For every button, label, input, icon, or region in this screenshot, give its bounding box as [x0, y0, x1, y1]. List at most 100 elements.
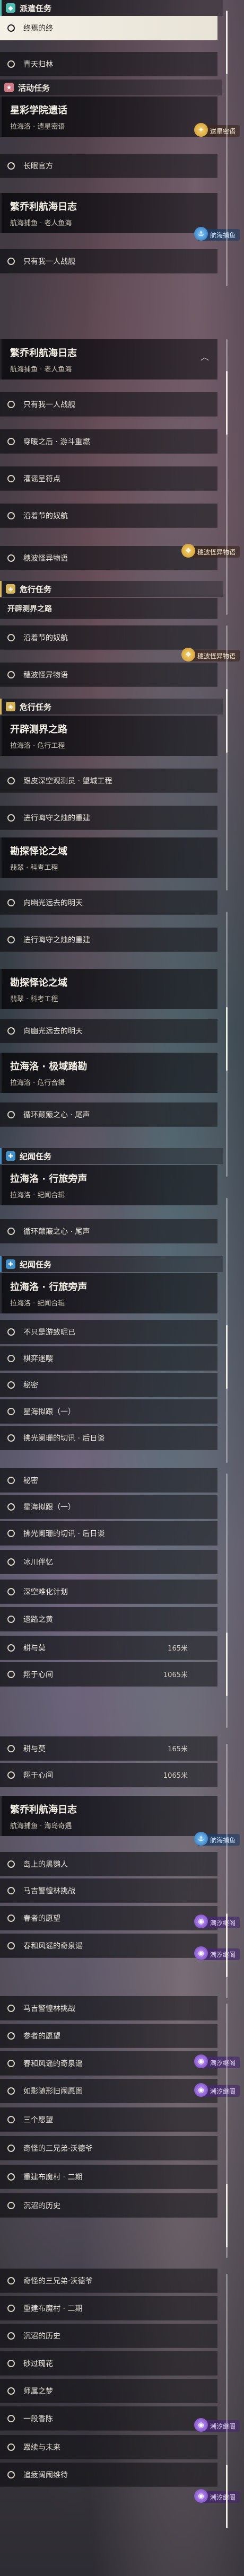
- quest-row[interactable]: 进行晦守之烛的重建: [0, 928, 217, 952]
- quest-row[interactable]: 春和风谣的奇泉谣: [0, 2051, 217, 2076]
- quest-row[interactable]: 长眠官方: [0, 154, 217, 178]
- quest-row[interactable]: 岛上的黑鹦人: [0, 1852, 217, 1876]
- quest-row[interactable]: 重建布魔村 · 二期: [0, 2296, 217, 2321]
- quest-row[interactable]: 星海拟跟（一）: [0, 1495, 217, 1519]
- quest-row[interactable]: 翔于心间 1065米: [0, 1662, 217, 1687]
- scrollbar-thumb[interactable]: [226, 2465, 228, 2528]
- quest-group-header[interactable]: 星彩学院遗话 拉海洛 · 遗星密语: [0, 96, 217, 137]
- quest-group-header[interactable]: 勘探怿论之域 翡翠 · 科考工程: [0, 837, 217, 878]
- quest-row[interactable]: 冰川伴忆: [0, 1550, 217, 1574]
- quest-row[interactable]: 耕与莫 165米: [0, 1736, 217, 1761]
- quest-group-header[interactable]: 拉海洛 · 极域踏勘 拉海洛 · 危行合辑: [0, 1053, 217, 1093]
- quest-row[interactable]: 沉沼的历史: [0, 2193, 217, 2218]
- quest-group-partial[interactable]: 开辟测界之路: [0, 598, 217, 619]
- quest-row[interactable]: 跟皮深空观测员 · 望城工程: [0, 769, 217, 793]
- category-header-daily[interactable]: ◆ 派遣任务: [0, 0, 223, 16]
- quest-group-header[interactable]: 拉海洛 · 行旅旁声 拉海洛 · 纪闻合辑: [0, 1165, 217, 1205]
- quest-group-header[interactable]: 开辟测界之路 拉海洛 · 危行工程: [0, 716, 217, 756]
- radio-icon: [7, 1503, 15, 1511]
- scrollbar-thumb[interactable]: [226, 1007, 228, 1071]
- radio-icon: [7, 1110, 15, 1118]
- quest-row[interactable]: 马吉警惶林挑战: [0, 1996, 217, 2021]
- quest-row[interactable]: 春者的愿望: [0, 1906, 217, 1930]
- scrollbar[interactable]: [226, 912, 228, 1177]
- category-header-event[interactable]: ★ 活动任务: [0, 80, 222, 95]
- quest-row[interactable]: 青天归林: [0, 52, 217, 76]
- quest-group-header[interactable]: 繁乔利航海日志 航海捕鱼 · 老人鱼海: [0, 193, 217, 233]
- scrollbar-thumb[interactable]: [226, 2184, 228, 2247]
- quest-row[interactable]: 穿暖之后 · 游斗重燃: [0, 429, 217, 454]
- scrollbar[interactable]: [226, 2004, 228, 2258]
- quest-row[interactable]: 奇怪的三兄弟·沃德爷: [0, 2136, 217, 2160]
- quest-group-header[interactable]: 勘探怿论之域 翡翠 · 科考工程: [0, 969, 217, 1009]
- quest-row[interactable]: 一段香陈: [0, 2406, 217, 2431]
- quest-row[interactable]: 循环颠簸之心 · 尾声: [0, 1219, 217, 1243]
- quest-row[interactable]: 重建布魔村 · 二期: [0, 2165, 217, 2189]
- quest-row[interactable]: 秘密: [0, 1468, 217, 1493]
- quest-row[interactable]: 沿着节的奴航: [0, 504, 217, 528]
- quest-group-header[interactable]: 繁乔利航海日志 航海捕鱼 · 海岛奇遇: [0, 1796, 217, 1836]
- scrollbar-thumb[interactable]: [226, 1325, 228, 1389]
- quest-row[interactable]: 翔于心间 1065米: [0, 1763, 217, 1787]
- chevron-up-icon[interactable]: ︿: [201, 350, 209, 363]
- quest-row[interactable]: 沉沼的历史: [0, 2324, 217, 2348]
- category-header-adventure[interactable]: ◈ 危行任务: [0, 581, 223, 597]
- radio-icon: [7, 633, 15, 641]
- scrollbar-thumb[interactable]: [226, 371, 228, 435]
- quest-row[interactable]: 只有我一人战舰: [0, 392, 217, 417]
- quest-row[interactable]: 穗波怪异物语: [0, 663, 217, 687]
- quest-row[interactable]: 追疲阔闹维待: [0, 2463, 217, 2487]
- quest-row[interactable]: 参者的愿望: [0, 2024, 217, 2048]
- quest-row[interactable]: 三个愿望: [0, 2107, 217, 2132]
- scrollbar[interactable]: [226, 1198, 228, 1463]
- quest-row[interactable]: 星海拟跟（一）: [0, 1399, 217, 1424]
- quest-row[interactable]: 师属之梦: [0, 2379, 217, 2403]
- quest-group-header[interactable]: 繁乔利航海日志 航海捕鱼 · 老人鱼海 ︿: [0, 339, 217, 380]
- radio-icon: [7, 257, 15, 265]
- quest-row[interactable]: 进行晦守之烛的重建: [0, 806, 217, 830]
- scrollbar[interactable]: [226, 11, 228, 286]
- scrollbar[interactable]: [226, 1474, 228, 1728]
- scrollbar-thumb[interactable]: [226, 689, 228, 753]
- quest-row[interactable]: 棋弈迷嘤: [0, 1346, 217, 1371]
- category-header-adventure[interactable]: ◈ 危行任务: [0, 699, 223, 714]
- ship-tag: ⚓ 航海捕鱼: [194, 227, 240, 241]
- quest-row[interactable]: 循环颠簸之心 · 尾声: [0, 1102, 217, 1127]
- quest-row[interactable]: 春和风谣的奇泉谣: [0, 1934, 217, 1958]
- quest-row[interactable]: 向幽光远去的明天: [0, 1019, 217, 1043]
- scrollbar-thumb[interactable]: [226, 1913, 228, 1977]
- category-header-side[interactable]: ✚ 纪闻任务: [0, 1148, 223, 1164]
- radio-icon: [7, 1670, 15, 1678]
- quest-row[interactable]: 秘密: [0, 1373, 217, 1397]
- quest-row[interactable]: 向幽光远去的明天: [0, 890, 217, 915]
- scrollbar[interactable]: [226, 1744, 228, 1998]
- quest-row[interactable]: 沿着节的奴航: [0, 625, 217, 650]
- quest-row[interactable]: 奇怪的三兄弟·沃德爷: [0, 2269, 217, 2293]
- category-header-side[interactable]: ✚ 纪闻任务: [0, 1256, 223, 1272]
- scrollbar[interactable]: [226, 2274, 228, 2528]
- quest-row[interactable]: 只有我一人战舰: [0, 249, 217, 274]
- radio-icon: [7, 1354, 15, 1362]
- radio-icon: [7, 1529, 15, 1537]
- quest-row[interactable]: 遗路之黄: [0, 1607, 217, 1631]
- quest-row[interactable]: 耕与莫 165米: [0, 1636, 217, 1660]
- quest-row[interactable]: 跟续与未来: [0, 2435, 217, 2459]
- scrollbar[interactable]: [226, 625, 228, 890]
- quest-row[interactable]: 拂光阑珊的切讯 · 后日谈: [0, 1521, 217, 1546]
- quest-group-header[interactable]: 拉海洛 · 行旅旁声 拉海洛 · 纪闻合辑: [0, 1273, 217, 1313]
- radio-icon: [7, 1744, 15, 1752]
- radio-icon: [7, 1476, 15, 1484]
- radio-icon: [7, 2443, 15, 2451]
- scrollbar-thumb[interactable]: [226, 11, 228, 74]
- quest-row[interactable]: 马吉警惶林挑战: [0, 1878, 217, 1903]
- scrollbar[interactable]: [226, 339, 228, 615]
- quest-row[interactable]: 拂光阑珊的切讯 · 后日谈: [0, 1426, 217, 1450]
- quest-row[interactable]: 砂过瑰花: [0, 2351, 217, 2376]
- quest-row[interactable]: 不只是游致昵已: [0, 1320, 217, 1344]
- distance-label: 1065米: [163, 1772, 188, 1780]
- quest-row[interactable]: 灌谣呈符点: [0, 466, 217, 491]
- quest-row[interactable]: 深空难化计划: [0, 1580, 217, 1604]
- scrollbar-thumb[interactable]: [226, 1633, 228, 1696]
- quest-row-selected[interactable]: 终焉的终: [0, 16, 217, 40]
- quest-row[interactable]: 如影随形旧闹愿图: [0, 2079, 217, 2103]
